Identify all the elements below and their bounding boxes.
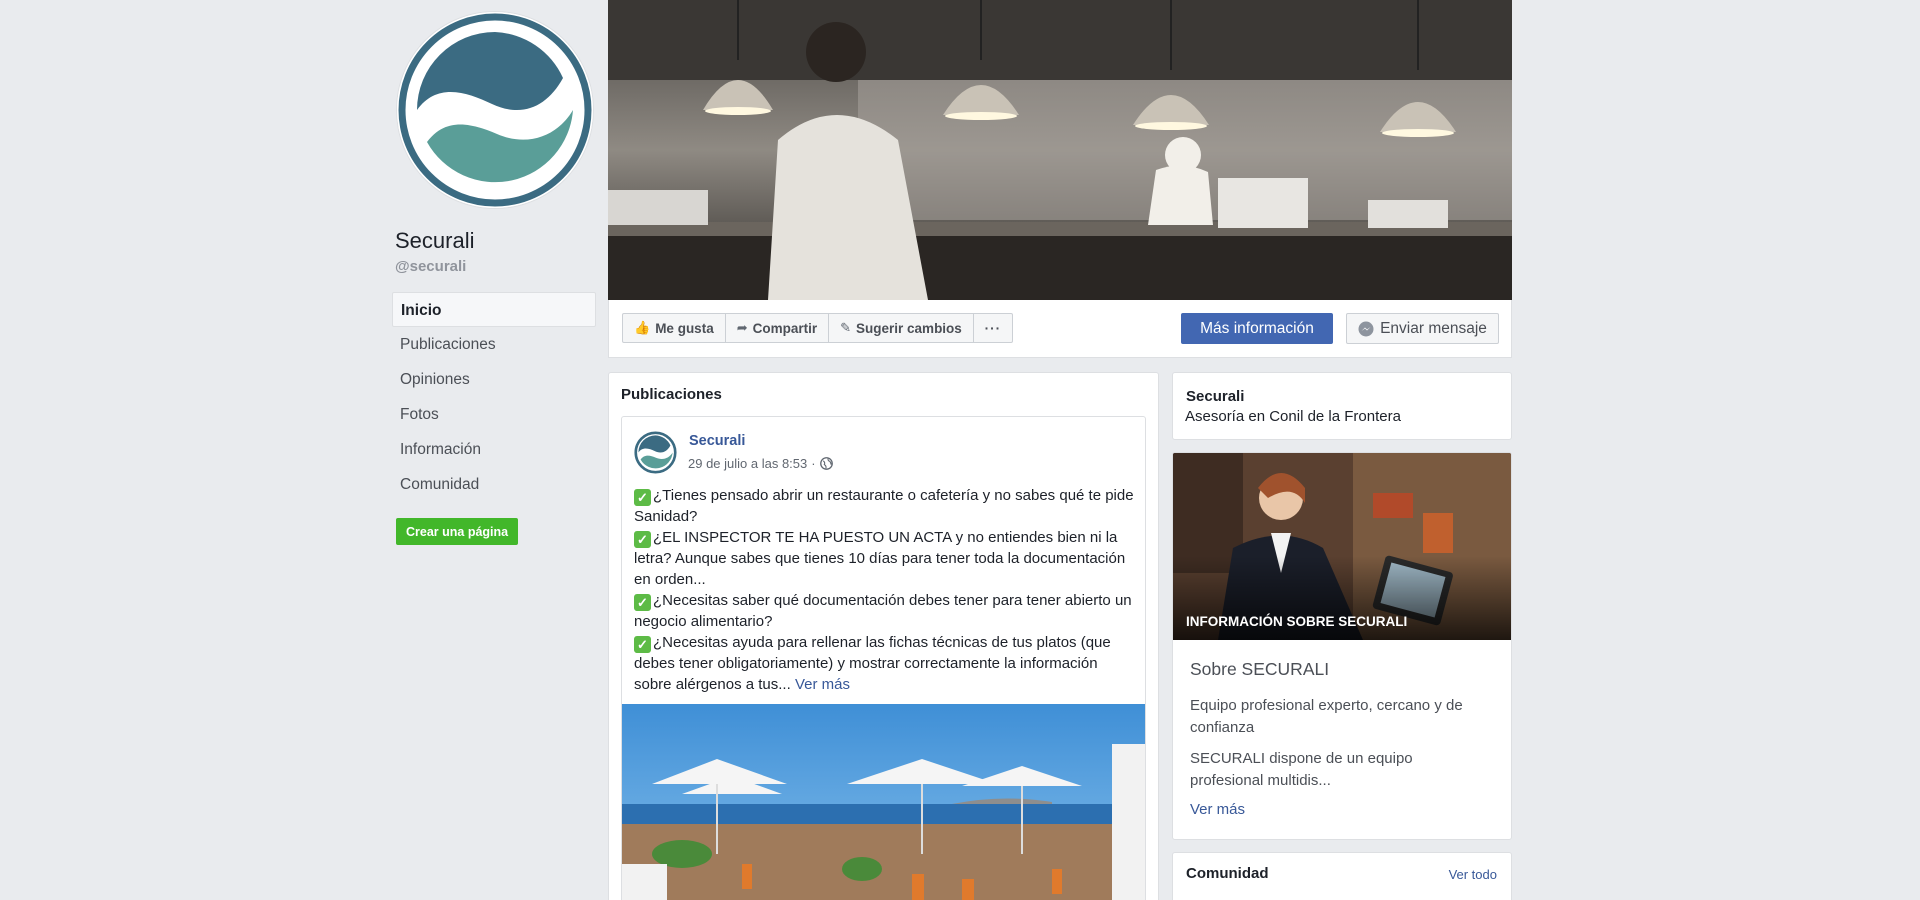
about-page-name[interactable]: Securali	[1186, 388, 1244, 405]
nav-item-comunidad[interactable]: Comunidad	[392, 467, 596, 502]
page-handle[interactable]: @securali	[395, 258, 466, 275]
send-message-label: Enviar mensaje	[1380, 319, 1487, 337]
post-paragraph-text: ¿Tienes pensado abrir un restaurante o c…	[634, 487, 1134, 525]
send-message-button[interactable]: Enviar mensaje	[1346, 313, 1499, 344]
nav-item-fotos[interactable]: Fotos	[392, 397, 596, 432]
globe-icon[interactable]	[819, 457, 833, 470]
post-see-more-link[interactable]: Ver más	[795, 676, 850, 693]
cover-photo[interactable]	[608, 0, 1512, 300]
create-page-button[interactable]: Crear una página	[396, 518, 519, 545]
post-meta: 29 de julio a las 8:53 ·	[688, 456, 833, 471]
post-paragraph: ✓ ¿Necesitas ayuda para rellenar las fich…	[634, 632, 1134, 695]
like-button[interactable]: 👍 Me gusta	[622, 313, 726, 343]
post-paragraph-text: ¿Necesitas ayuda para rellenar las ficha…	[634, 634, 1111, 693]
post-author-avatar[interactable]	[634, 431, 677, 474]
more-options-button[interactable]: ···	[972, 313, 1013, 343]
meta-separator: ·	[811, 456, 816, 471]
check-mark-icon: ✓	[634, 531, 651, 548]
left-column: Securali @securali Inicio Publicaciones …	[392, 0, 598, 900]
more-info-button[interactable]: Más información	[1181, 313, 1333, 344]
community-card: Comunidad Ver todo	[1172, 852, 1512, 900]
kitchen-cover-image	[608, 0, 1512, 300]
suggest-edits-button[interactable]: ✎ Sugerir cambios	[828, 313, 974, 343]
post-paragraph: ✓ ¿EL INSPECTOR TE HA PUESTO UN ACTA y no…	[634, 527, 1134, 590]
page-nav: Inicio Publicaciones Opiniones Fotos Inf…	[392, 292, 596, 502]
nav-item-inicio[interactable]: Inicio	[392, 292, 596, 327]
nav-item-publicaciones[interactable]: Publicaciones	[392, 327, 596, 362]
post-paragraph: ✓ ¿Necesitas saber qué documentación debe…	[634, 590, 1134, 632]
like-label: Me gusta	[655, 320, 714, 336]
securali-logo	[397, 12, 593, 208]
nav-item-informacion[interactable]: Información	[392, 432, 596, 467]
info-image-label: INFORMACIÓN SOBRE SECURALI	[1186, 614, 1408, 629]
page-name[interactable]: Securali	[395, 228, 474, 254]
community-title[interactable]: Comunidad	[1186, 865, 1269, 882]
consultant-photo	[1173, 453, 1511, 640]
community-see-all-link[interactable]: Ver todo	[1449, 867, 1497, 882]
check-mark-icon: ✓	[634, 636, 651, 653]
thumbs-up-icon: 👍	[634, 320, 651, 335]
info-text-2: SECURALI dispone de un equipo profesiona…	[1190, 750, 1413, 789]
post-paragraph-text: ¿Necesitas saber qué documentación debes…	[634, 592, 1132, 630]
info-card: INFORMACIÓN SOBRE SECURALI Sobre SECURAL…	[1172, 452, 1512, 840]
info-text-1: Equipo profesional experto, cercano y de…	[1190, 697, 1463, 736]
info-title: Sobre SECURALI	[1190, 659, 1330, 679]
posts-section-title[interactable]: Publicaciones	[621, 386, 722, 403]
action-button-group: 👍 Me gusta ➦ Compartir ✎ Sugerir cambios…	[622, 313, 1013, 343]
securali-logo-small	[634, 431, 677, 474]
post-card: Securali 29 de julio a las 8:53 · ✓ ¿Tien…	[621, 416, 1146, 900]
nav-item-opiniones[interactable]: Opiniones	[392, 362, 596, 397]
suggest-label: Sugerir cambios	[856, 320, 962, 336]
info-image[interactable]	[1173, 453, 1511, 640]
page-action-bar: 👍 Me gusta ➦ Compartir ✎ Sugerir cambios…	[608, 300, 1512, 358]
share-label: Compartir	[752, 320, 818, 336]
post-timestamp[interactable]: 29 de julio a las 8:53	[688, 456, 807, 471]
terrace-photo	[622, 704, 1145, 900]
check-mark-icon: ✓	[634, 489, 651, 506]
post-paragraph-text: ¿EL INSPECTOR TE HA PUESTO UN ACTA y no …	[634, 529, 1126, 588]
post-body: ✓ ¿Tienes pensado abrir un restaurante o …	[634, 485, 1134, 695]
pencil-icon: ✎	[840, 320, 852, 335]
about-category[interactable]: Asesoría en Conil de la Frontera	[1185, 408, 1401, 425]
info-description: Equipo profesional experto, cercano y de…	[1190, 695, 1490, 792]
share-arrow-icon: ➦	[736, 320, 748, 335]
check-mark-icon: ✓	[634, 594, 651, 611]
post-author-name[interactable]: Securali	[689, 433, 745, 449]
share-button[interactable]: ➦ Compartir	[724, 313, 830, 343]
messenger-icon	[1358, 321, 1374, 336]
profile-picture[interactable]	[397, 12, 593, 208]
post-image[interactable]	[622, 704, 1145, 900]
info-see-more-link[interactable]: Ver más	[1190, 801, 1245, 818]
posts-section: Publicaciones Securali 29 de julio a las…	[608, 372, 1159, 900]
post-paragraph: ✓ ¿Tienes pensado abrir un restaurante o …	[634, 485, 1134, 527]
about-card: Securali Asesoría en Conil de la Fronter…	[1172, 372, 1512, 440]
